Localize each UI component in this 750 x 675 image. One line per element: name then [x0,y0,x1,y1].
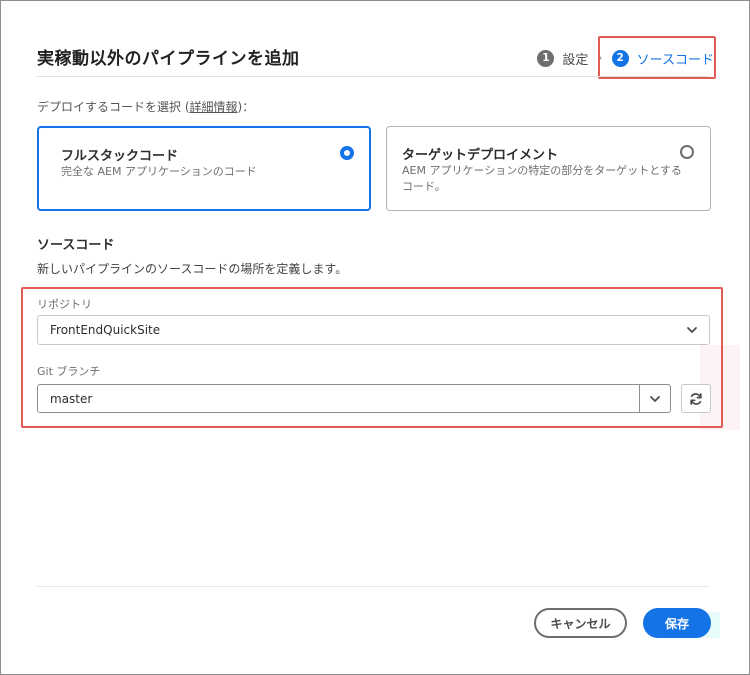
card-targeted-deployment[interactable]: ターゲットデプロイメント AEM アプリケーションの特定の部分をターゲットとする… [386,126,711,211]
step-1-badge: 1 [537,49,555,67]
step-highlight-box [598,36,716,79]
chevron-down-icon [687,327,697,333]
learn-more-link[interactable]: 詳細情報 [190,100,238,114]
git-branch-select[interactable]: master [37,384,671,413]
chevron-down-icon[interactable] [648,392,662,406]
card-full-stack-desc: 完全な AEM アプリケーションのコード [61,165,257,178]
source-code-description: 新しいパイプラインのソースコードの場所を定義します。 [37,262,348,276]
radio-unselected-icon[interactable] [680,145,694,159]
deploy-prompt: デプロイするコードを選択 (詳細情報)： [37,98,254,115]
dialog-title: 実稼動以外のパイプラインを追加 [37,49,300,69]
git-branch-value: master [50,391,93,406]
card-targeted-desc: AEM アプリケーションの特定の部分をターゲットとするコード。 [402,164,682,193]
footer-divider [37,586,709,587]
card-full-stack[interactable]: フルスタックコード 完全な AEM アプリケーションのコード [37,126,371,211]
select-divider [639,385,640,412]
radio-selected-icon[interactable] [340,146,354,160]
deploy-prompt-suffix: )： [237,100,255,114]
repository-value: FrontEndQuickSite [50,323,161,337]
title-divider [37,76,709,77]
save-button[interactable]: 保存 [643,608,711,638]
repository-select[interactable]: FrontEndQuickSite [37,315,710,345]
deploy-prompt-prefix: デプロイするコードを選択 ( [37,100,190,114]
git-branch-label: Git ブランチ [37,365,101,378]
repository-label: リポジトリ [37,298,92,311]
cancel-button[interactable]: キャンセル [534,608,627,638]
source-code-heading: ソースコード [37,238,115,253]
refresh-icon [690,392,702,405]
step-settings[interactable]: 1 設定 [537,49,588,68]
refresh-branches-button[interactable] [681,384,711,413]
card-targeted-title: ターゲットデプロイメント [402,148,559,163]
step-1-label: 設定 [562,52,589,68]
card-full-stack-title: フルスタックコード [61,149,179,164]
